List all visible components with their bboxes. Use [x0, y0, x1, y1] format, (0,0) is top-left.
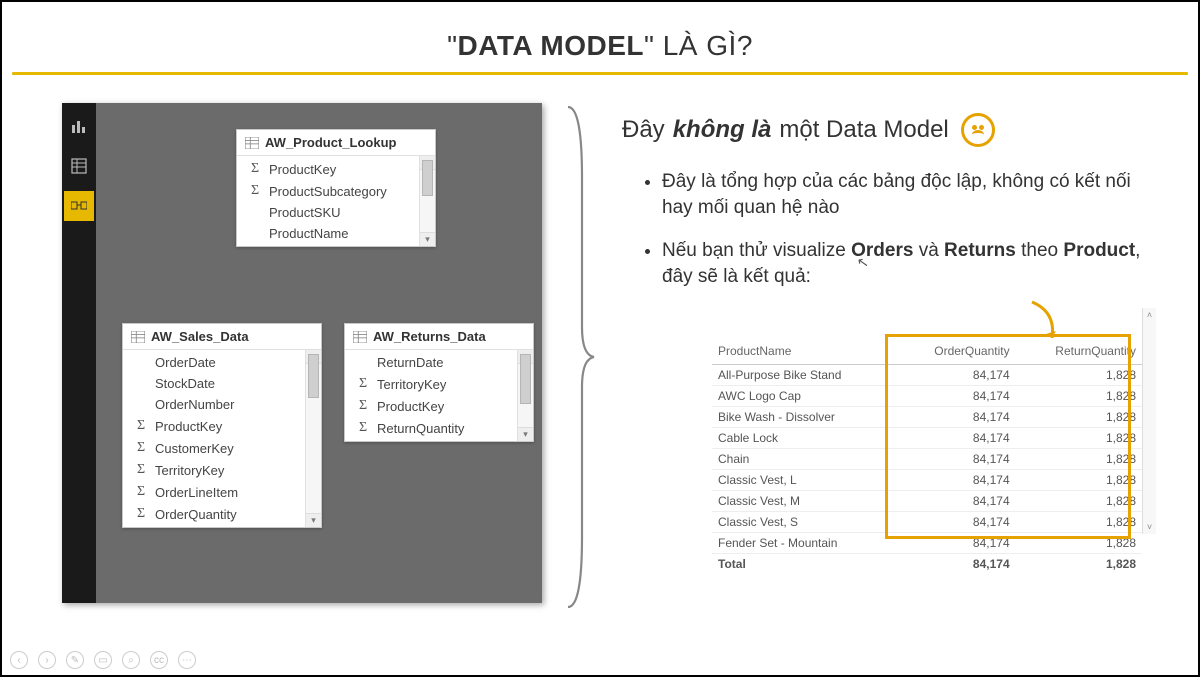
model-view-icon[interactable] — [64, 191, 94, 221]
report-view-icon[interactable] — [64, 111, 94, 141]
scrollbar[interactable]: ▴▾ — [305, 350, 321, 527]
field-row[interactable]: OrderDate — [123, 352, 305, 373]
zoom-icon[interactable]: ⌕ — [122, 651, 140, 669]
col-returnqty: ReturnQuantity — [1016, 338, 1142, 365]
table-card-product[interactable]: AW_Product_Lookup ΣProductKeyΣProductSub… — [236, 129, 436, 247]
field-row[interactable]: ReturnDate — [345, 352, 517, 373]
field-row[interactable]: ΣProductKey — [123, 415, 305, 437]
field-row[interactable]: OrderNumber — [123, 394, 305, 415]
prev-icon[interactable]: ‹ — [10, 651, 28, 669]
table-row: AWC Logo Cap84,1741,828 — [712, 385, 1142, 406]
slides-icon[interactable]: ▭ — [94, 651, 112, 669]
table-card-returns[interactable]: AW_Returns_Data ReturnDateΣTerritoryKeyΣ… — [344, 323, 534, 442]
data-view-icon[interactable] — [64, 151, 94, 181]
result-table: ProductName OrderQuantity ReturnQuantity… — [712, 338, 1142, 574]
presenter-toolbar: ‹ › ✎ ▭ ⌕ cc ⋯ — [10, 651, 196, 669]
table-header[interactable]: AW_Sales_Data — [123, 324, 321, 350]
sad-face-icon — [961, 113, 995, 147]
headline: Đây không là một Data Model — [622, 113, 1148, 147]
table-header[interactable]: AW_Returns_Data — [345, 324, 533, 350]
field-row[interactable]: ΣOrderLineItem — [123, 481, 305, 503]
field-row[interactable]: ΣProductSubcategory — [237, 180, 419, 202]
bullet-list: Đây là tổng hợp của các bảng độc lập, kh… — [622, 169, 1148, 290]
field-row[interactable]: ΣTerritoryKey — [123, 459, 305, 481]
model-view-screenshot: AW_Product_Lookup ΣProductKeyΣProductSub… — [62, 103, 542, 603]
view-switcher — [62, 103, 96, 603]
table-name: AW_Product_Lookup — [265, 135, 396, 150]
field-row[interactable]: ProductSKU — [237, 202, 419, 223]
field-row[interactable]: ΣProductKey — [237, 158, 419, 180]
field-row[interactable]: StockDate — [123, 373, 305, 394]
table-row: Bike Wash - Dissolver84,1741,828 — [712, 406, 1142, 427]
field-row[interactable]: ΣReturnQuantity — [345, 417, 517, 439]
field-row[interactable]: ΣOrderQuantity — [123, 503, 305, 525]
table-row: All-Purpose Bike Stand84,1741,828 — [712, 364, 1142, 385]
caption-icon[interactable]: cc — [150, 651, 168, 669]
table-name: AW_Returns_Data — [373, 329, 486, 344]
table-row: Classic Vest, L84,1741,828 — [712, 469, 1142, 490]
table-row: Chain84,1741,828 — [712, 448, 1142, 469]
model-canvas[interactable]: AW_Product_Lookup ΣProductKeyΣProductSub… — [96, 103, 542, 603]
bullet-1: Đây là tổng hợp của các bảng độc lập, kh… — [662, 169, 1148, 220]
page-title: "DATA MODEL" LÀ GÌ? — [2, 2, 1198, 72]
table-card-sales[interactable]: AW_Sales_Data OrderDateStockDateOrderNum… — [122, 323, 322, 528]
pen-icon[interactable]: ✎ — [66, 651, 84, 669]
field-row[interactable]: ΣCustomerKey — [123, 437, 305, 459]
scrollbar[interactable]: ▴▾ — [517, 350, 533, 441]
col-orderqty: OrderQuantity — [897, 338, 1016, 365]
bullet-2: Nếu bạn thử visualize Orders và Returns … — [662, 238, 1148, 289]
table-row: Cable Lock84,1741,828 — [712, 427, 1142, 448]
table-row: Fender Set - Mountain84,1741,828 — [712, 532, 1142, 553]
scrollbar[interactable]: ▴▾ — [419, 156, 435, 246]
next-icon[interactable]: › — [38, 651, 56, 669]
table-name: AW_Sales_Data — [151, 329, 249, 344]
table-total-row: Total84,1741,828 — [712, 553, 1142, 574]
col-productname: ProductName — [712, 338, 897, 365]
more-icon[interactable]: ⋯ — [178, 651, 196, 669]
table-row: Classic Vest, S84,1741,828 — [712, 511, 1142, 532]
field-row[interactable]: ProductName — [237, 223, 419, 244]
curly-brace — [562, 103, 592, 603]
table-scrollbar[interactable]: ˄˅ — [1142, 308, 1156, 534]
table-header[interactable]: AW_Product_Lookup — [237, 130, 435, 156]
title-underline — [12, 72, 1188, 75]
field-row[interactable]: ΣTerritoryKey — [345, 373, 517, 395]
field-row[interactable]: ΣProductKey — [345, 395, 517, 417]
table-row: Classic Vest, M84,1741,828 — [712, 490, 1142, 511]
